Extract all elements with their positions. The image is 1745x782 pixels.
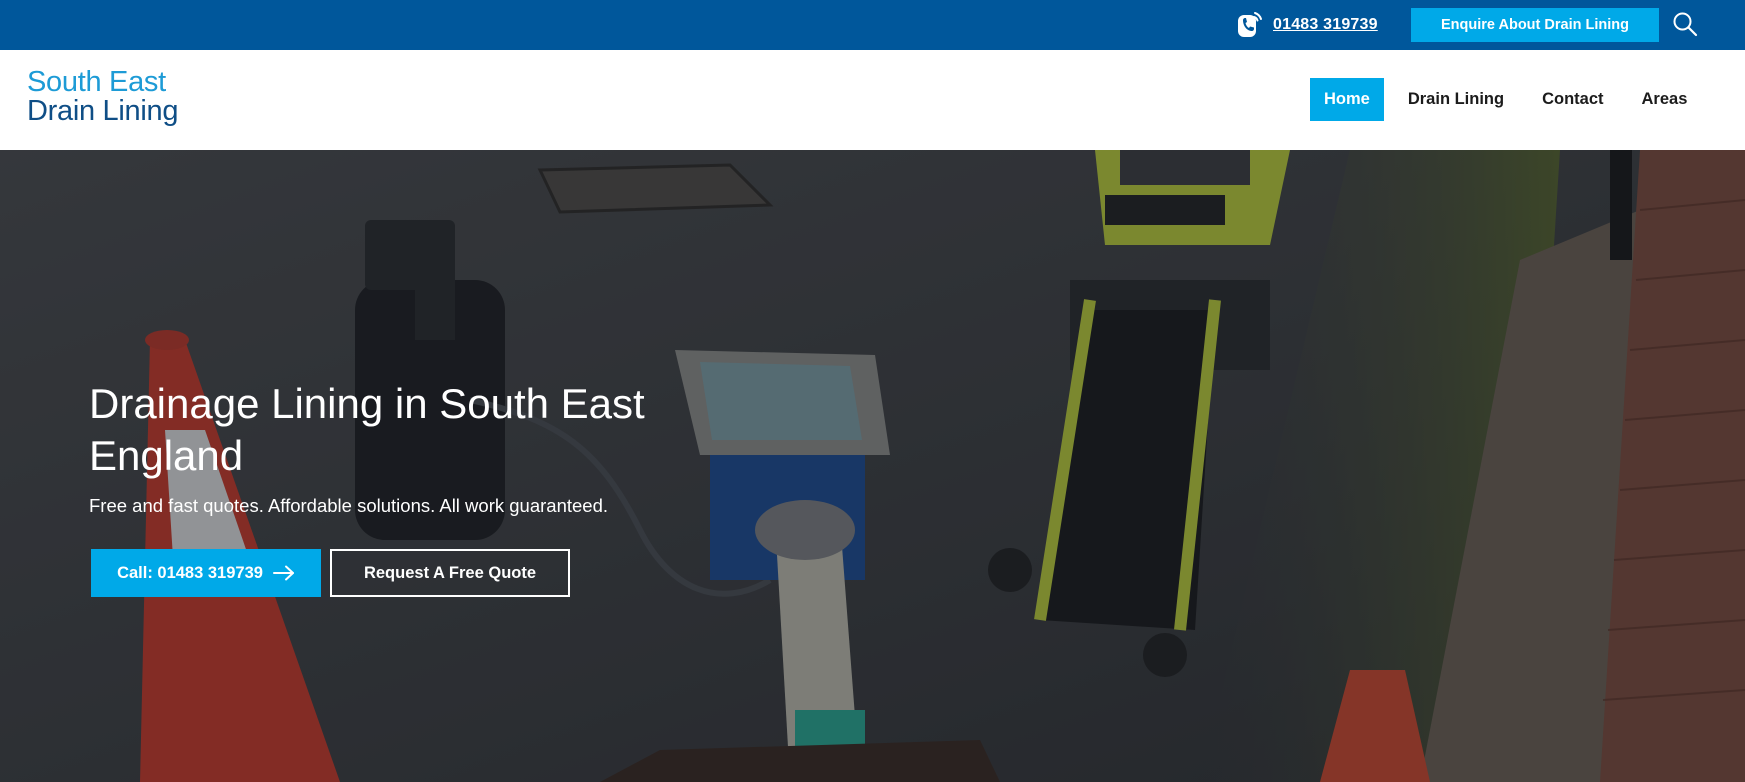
call-button-label: Call: 01483 319739 [117,563,263,582]
logo-line-2: Drain Lining [27,95,179,127]
call-button[interactable]: Call: 01483 319739 [91,549,321,597]
nav-item-contact[interactable]: Contact [1528,78,1617,121]
request-quote-button[interactable]: Request A Free Quote [330,549,570,597]
hero-subtitle: Free and fast quotes. Affordable solutio… [89,495,609,516]
topbar-phone-link[interactable]: 01483 319739 [1273,16,1378,34]
search-icon[interactable] [1672,11,1698,37]
hero-title-line-1: Drainage Lining in South East [89,380,645,427]
logo-line-1: South East [27,66,166,98]
enquire-button[interactable]: Enquire About Drain Lining [1411,8,1659,42]
nav-item-drain-lining[interactable]: Drain Lining [1394,78,1518,121]
site-logo[interactable]: South East Drain Lining [27,68,178,126]
topbar-phone[interactable]: 01483 319739 [1237,11,1378,39]
main-nav: Home Drain Lining Contact Areas [1310,78,1701,121]
hero-title-line-2: England [89,432,244,479]
nav-item-home[interactable]: Home [1310,78,1384,121]
site-header: South East Drain Lining Home Drain Linin… [0,50,1745,150]
top-bar: 01483 319739 Enquire About Drain Lining [0,0,1745,50]
nav-item-areas[interactable]: Areas [1628,78,1702,121]
arrow-right-icon [272,565,294,581]
hero-section: Drainage Lining in South East England Fr… [0,150,1745,782]
hero-title: Drainage Lining in South East England [89,378,809,482]
phone-ring-icon [1238,12,1262,37]
